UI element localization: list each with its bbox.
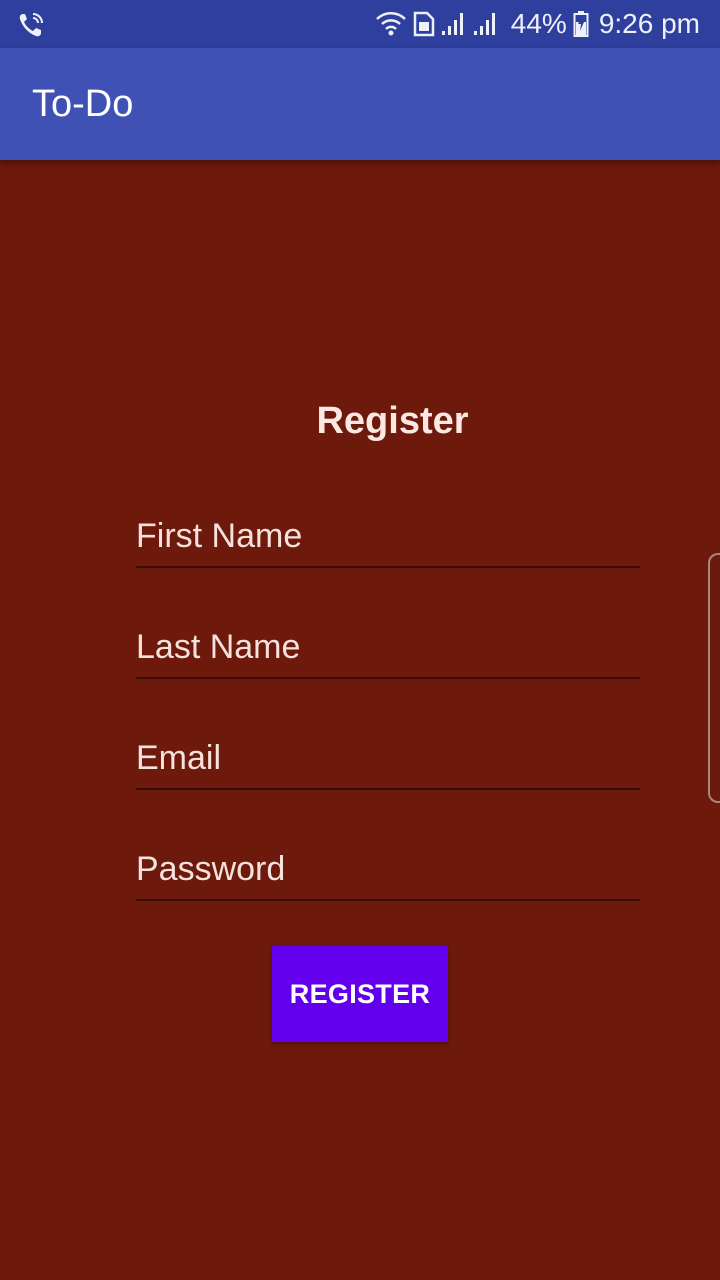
signal-icon	[441, 11, 467, 37]
first-name-field[interactable]	[136, 506, 640, 568]
sim-icon	[413, 11, 435, 37]
password-field[interactable]	[136, 839, 640, 901]
battery-percent: 44%	[510, 8, 567, 39]
app-bar: To-Do	[0, 48, 720, 160]
edge-panel-handle[interactable]	[708, 553, 720, 803]
status-bar: 44% 9:26 pm	[0, 0, 720, 48]
clock: 9:26 pm	[598, 8, 700, 39]
battery-charging-icon	[573, 10, 589, 38]
email-field[interactable]	[136, 728, 640, 790]
register-heading: Register	[316, 400, 469, 442]
last-name-field[interactable]	[136, 617, 640, 679]
wifi-icon	[375, 11, 407, 37]
app-title: To-Do	[32, 83, 134, 125]
register-button[interactable]: REGISTER	[272, 946, 448, 1042]
status-icons: 44% 9:26 pm	[375, 0, 700, 48]
wifi-calling-icon	[16, 10, 46, 40]
password-input[interactable]	[136, 839, 640, 899]
last-name-input[interactable]	[136, 617, 640, 677]
signal-icon	[473, 11, 499, 37]
email-input[interactable]	[136, 728, 640, 788]
first-name-input[interactable]	[136, 506, 640, 566]
